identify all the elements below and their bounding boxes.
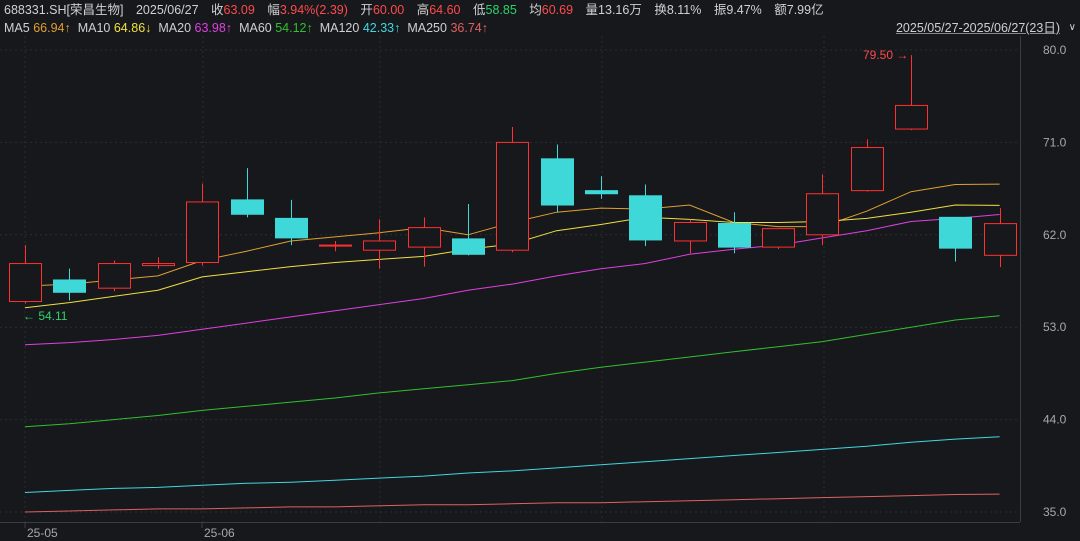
candle-body-down [452,238,485,255]
candle-body-up [806,193,839,236]
candle-body-up [895,104,928,130]
candle-body-up [408,227,441,248]
ma-line-ma60 [24,315,1000,428]
high-price-label: 79.50 → [863,48,908,62]
candle-body-down [541,158,574,206]
candle-body-down [939,216,972,249]
x-tick-label: 25-05 [27,526,58,540]
candle-body-up [9,263,42,303]
y-tick-label: 53.0 [1043,320,1067,334]
candle-body-up [851,147,884,192]
candle-body-up [363,240,396,251]
candle-body-up [762,228,795,248]
y-tick-label: 80.0 [1043,43,1067,57]
candle-body-down [629,195,662,241]
candle-body-up [984,223,1017,256]
candle-body-down [53,279,86,293]
candle-body-up [496,141,529,251]
candle-body-down [585,190,618,195]
candle-body-up [98,263,131,289]
candlestick-chart[interactable]: 80.0 71.0 62.0 53.0 44.0 35.0 25-05 25-06 79.50 … [0,0,1080,541]
ma-line-ma250 [24,493,1000,513]
ma-line-ma120 [24,436,1000,493]
candle-body-up [319,244,352,247]
candle-body-down [275,217,308,239]
candle-body-up [674,221,707,242]
x-tick-label: 25-06 [204,526,235,540]
y-tick-label: 62.0 [1043,228,1067,242]
candle-body-down [718,223,751,248]
candle-body-down [231,199,264,215]
y-tick-label: 71.0 [1043,135,1067,149]
y-tick-label: 35.0 [1043,505,1067,519]
candle-body-up [142,263,175,267]
low-price-label: ← 54.11 [23,309,68,323]
candle-body-up [186,201,219,264]
y-tick-label: 44.0 [1043,413,1067,427]
